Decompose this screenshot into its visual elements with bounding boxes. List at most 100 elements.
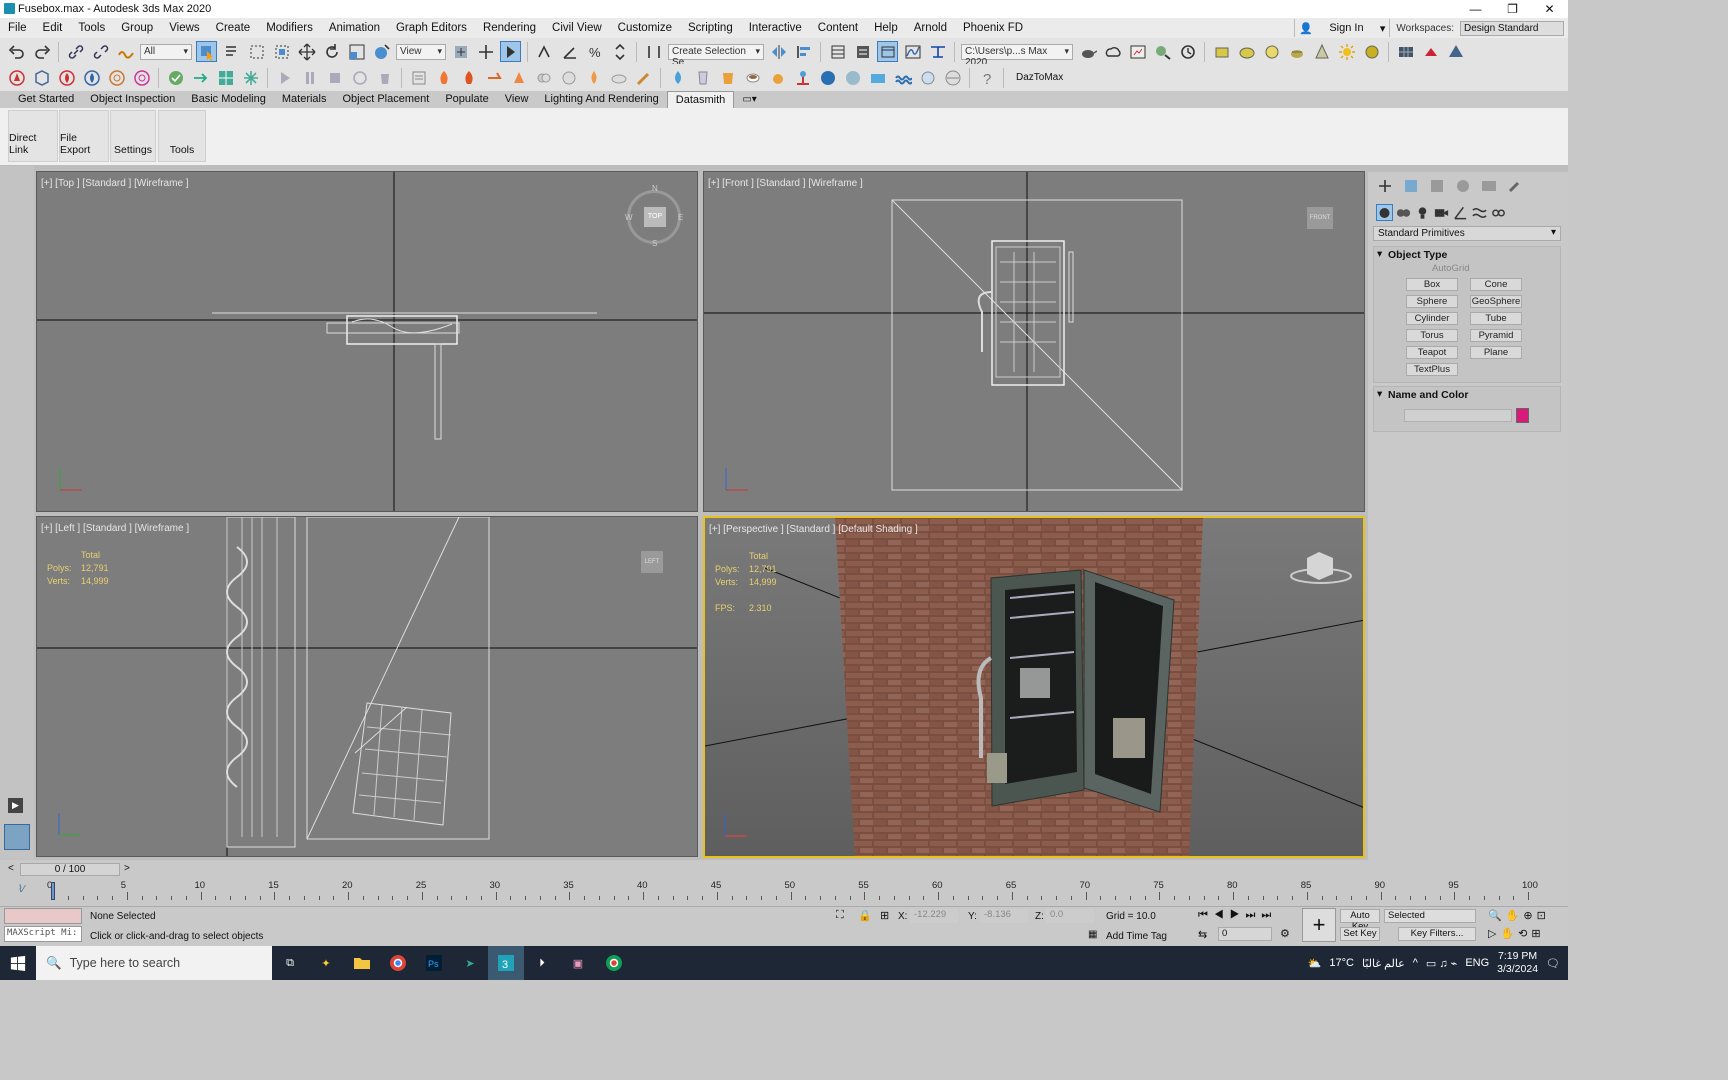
tools-panel[interactable]: Tools: [158, 110, 206, 162]
viewport-front[interactable]: [+] [Front ] [Standard ] [Wireframe ] FR…: [703, 171, 1365, 512]
photoshop-icon[interactable]: Ps: [416, 946, 452, 980]
rect-selection-region-icon[interactable]: [246, 41, 267, 62]
arrow-right-icon[interactable]: [190, 67, 211, 88]
lights-icon[interactable]: [1414, 204, 1431, 221]
box-button[interactable]: Box: [1406, 278, 1458, 291]
app-pin-1-icon[interactable]: ✦: [308, 946, 344, 980]
viewport-left-label[interactable]: [+] [Left ] [Standard ] [Wireframe ]: [41, 523, 189, 534]
angle-snap-icon[interactable]: [559, 41, 580, 62]
settings-button[interactable]: Settings: [110, 110, 156, 162]
tab-populate[interactable]: Populate: [437, 91, 496, 108]
phoenix-smoke-icon[interactable]: [106, 67, 127, 88]
temperature[interactable]: 17°C: [1329, 957, 1354, 969]
smoke-icon[interactable]: [533, 67, 554, 88]
textplus-button[interactable]: TextPlus: [1406, 363, 1458, 376]
media-player-icon[interactable]: ⏵: [524, 946, 560, 980]
percent-snap-icon[interactable]: %: [584, 41, 605, 62]
curve-editor-mini-icon[interactable]: ⌇⁄: [18, 884, 25, 895]
taskbar-search[interactable]: 🔍 Type here to search: [36, 946, 272, 980]
chrome-profile-icon[interactable]: [596, 946, 632, 980]
next-frame-icon[interactable]: >: [124, 863, 130, 874]
link-icon[interactable]: [65, 41, 86, 62]
cup-icon[interactable]: [717, 67, 738, 88]
weather-condition[interactable]: عالم غالبًا: [1362, 957, 1405, 970]
menu-customize[interactable]: Customize: [610, 22, 680, 34]
menu-views[interactable]: Views: [161, 22, 207, 34]
arnold-disc-icon[interactable]: [1236, 41, 1257, 62]
menu-interactive[interactable]: Interactive: [741, 22, 810, 34]
align-icon[interactable]: [793, 41, 814, 62]
menu-content[interactable]: Content: [810, 22, 866, 34]
rain-icon[interactable]: [942, 67, 963, 88]
glass-icon[interactable]: [692, 67, 713, 88]
y-coordinate-field[interactable]: -8.136: [980, 909, 1028, 923]
utilities-tab-icon[interactable]: [1504, 176, 1526, 196]
coffee-icon[interactable]: [742, 67, 763, 88]
select-manipulate-icon[interactable]: [475, 41, 496, 62]
selection-filter-dropdown[interactable]: All: [140, 43, 192, 60]
bind-space-warp-icon[interactable]: [115, 41, 136, 62]
notifications-icon[interactable]: 🗨: [1546, 957, 1560, 970]
file-explorer-icon[interactable]: [344, 946, 380, 980]
flame-icon[interactable]: [583, 67, 604, 88]
tray-chevron-icon[interactable]: ^: [1413, 957, 1418, 969]
viewport-left[interactable]: [+] [Left ] [Standard ] [Wireframe ] Tot…: [36, 516, 698, 857]
navigation-controls-2[interactable]: ▷✋⟲⊞: [1488, 927, 1545, 940]
move-icon[interactable]: [296, 41, 317, 62]
tab-get-started[interactable]: Get Started: [10, 91, 82, 108]
geometry-icon[interactable]: [1376, 204, 1393, 221]
key-mode-toggle-icon[interactable]: ⇆: [1198, 928, 1207, 941]
brush-icon[interactable]: [633, 67, 654, 88]
lock-icon[interactable]: 🔒: [858, 909, 872, 922]
menu-file[interactable]: File: [0, 22, 35, 34]
windows-start-icon[interactable]: [0, 946, 36, 980]
time-tag-icon[interactable]: ▦: [1088, 929, 1097, 940]
schematic-view-icon[interactable]: [927, 41, 948, 62]
fire-burst-icon[interactable]: [508, 67, 529, 88]
fire-alt-icon[interactable]: [458, 67, 479, 88]
space-warps-icon[interactable]: [1471, 204, 1488, 221]
curve-editor-icon[interactable]: [902, 41, 923, 62]
play-gray-icon[interactable]: [274, 67, 295, 88]
placement-icon[interactable]: [371, 41, 392, 62]
unlink-icon[interactable]: [90, 41, 111, 62]
set-key-big-icon[interactable]: +: [1302, 908, 1336, 942]
menu-create[interactable]: Create: [208, 22, 259, 34]
motion-tab-icon[interactable]: [1452, 176, 1474, 196]
menu-tools[interactable]: Tools: [70, 22, 113, 34]
minimize-button[interactable]: —: [1457, 0, 1494, 18]
display-tab-icon[interactable]: [1478, 176, 1500, 196]
viewport-top-label[interactable]: [+] [Top ] [Standard ] [Wireframe ]: [41, 178, 189, 189]
phoenix-water-icon[interactable]: [81, 67, 102, 88]
arnold-sphere-icon[interactable]: [1261, 41, 1282, 62]
create-tab-icon[interactable]: [1374, 176, 1396, 196]
timeline-ruler[interactable]: 0 5 10 15 20 25 30 35 40 45 50 55 60 65 70 75 80 85 90 95 10…: [40, 880, 1565, 902]
auto-key-button[interactable]: Auto Key: [1340, 909, 1380, 932]
project-folder-dropdown[interactable]: C:\Users\p...s Max 2020: [961, 43, 1073, 68]
menu-group[interactable]: Group: [113, 22, 161, 34]
list-icon[interactable]: [408, 67, 429, 88]
set-key-button[interactable]: Set Key: [1340, 927, 1380, 941]
fountain-icon[interactable]: [792, 67, 813, 88]
current-frame-marker[interactable]: [51, 882, 55, 900]
file-export-button[interactable]: File Export: [59, 110, 109, 162]
select-object-icon[interactable]: [196, 41, 217, 62]
named-selection-sets-dropdown[interactable]: Create Selection Se: [668, 43, 764, 68]
toggle-scene-explorer-icon[interactable]: [827, 41, 848, 62]
workspace-select[interactable]: Design Standard: [1460, 20, 1564, 36]
cone-button[interactable]: Cone: [1470, 278, 1522, 291]
vray-plugin-icon[interactable]: [165, 67, 186, 88]
viewport-top[interactable]: [+] [Top ] [Standard ] [Wireframe ] TOP …: [36, 171, 698, 512]
object-name-field[interactable]: [1404, 409, 1512, 422]
cylinder-button[interactable]: Cylinder: [1406, 312, 1458, 325]
undo-icon[interactable]: [6, 41, 27, 62]
pivot-center-icon[interactable]: [450, 41, 471, 62]
waves-icon[interactable]: [892, 67, 913, 88]
asterisk-icon[interactable]: [240, 67, 261, 88]
menu-civil-view[interactable]: Civil View: [544, 22, 610, 34]
viewcube-left-face[interactable]: LEFT: [641, 551, 663, 573]
tab-basic-modeling[interactable]: Basic Modeling: [183, 91, 274, 108]
absolute-mode-icon[interactable]: ⊞: [880, 909, 889, 922]
a360-gallery-icon[interactable]: [1177, 41, 1198, 62]
app-pin-2-icon[interactable]: ➤: [452, 946, 488, 980]
